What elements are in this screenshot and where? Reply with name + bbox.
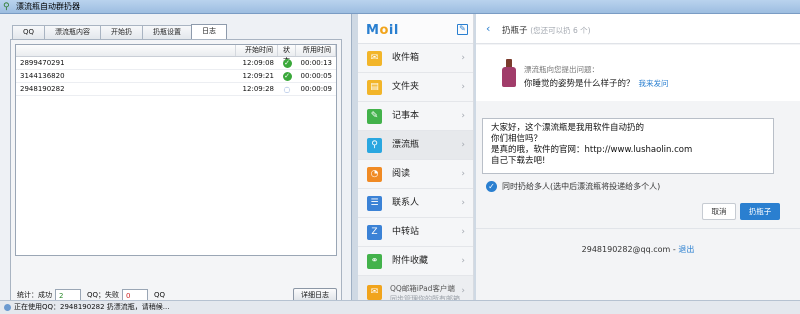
ask-question-link[interactable]: 我来发问	[639, 79, 669, 88]
row-status: ✓	[278, 70, 296, 82]
panel-header: ‹ 扔瓶子 (您还可以扔 6 个)	[476, 14, 800, 44]
multi-send-label: 同时扔给多人(选中后漂流瓶将投递给多个人)	[502, 182, 661, 191]
menu-item-label: 联系人	[392, 198, 420, 208]
folder-icon: ▤	[367, 80, 382, 95]
menu-item-label: 附件收藏	[392, 256, 429, 266]
tab-qq[interactable]: QQ	[12, 25, 46, 39]
question-text: 你睡觉的姿势是什么样子的？ 我来发问	[524, 79, 669, 89]
menu-item[interactable]: ✉ 收件箱 ›	[358, 44, 473, 73]
mail-menu-list: ✉ 收件箱 › ▤ 文件夹 › ✎ 记事本 › ⚲ 漂流瓶 › ◔ 阅读 › ☰ 联系人 › Z 中转站 › ⚭ 附件收藏 ›	[358, 44, 473, 276]
app-icon: ⚲	[3, 2, 10, 12]
row-qq: 2948190282	[20, 85, 65, 93]
transfer-icon: Z	[367, 225, 382, 240]
row-start-time: 12:09:21	[242, 72, 274, 80]
tab-log[interactable]: 日志	[191, 24, 228, 39]
mail-header: Moil ✎	[358, 14, 473, 44]
header-start-time[interactable]: 开始时间	[236, 45, 278, 56]
mail-menu: Moil ✎ ✉ 收件箱 › ▤ 文件夹 › ✎ 记事本 › ⚲ 漂流瓶 › ◔ 阅读 › ☰ 联系人 › Z 中转站…	[358, 14, 474, 310]
title-bar: ⚲ 漂流瓶自动群扔器	[0, 0, 800, 14]
menu-item-label: 漂流瓶	[392, 140, 420, 150]
menu-item[interactable]: ▤ 文件夹 ›	[358, 73, 473, 102]
header-status[interactable]: 状态	[278, 45, 296, 65]
menu-item-label: 文件夹	[392, 82, 420, 92]
tab-bar: QQ 漂流瓶内容 开始扔 扔瓶设置 日志	[12, 24, 228, 39]
chevron-right-icon: ›	[461, 256, 465, 266]
cancel-button[interactable]: 取消	[702, 203, 736, 220]
rss-icon: ◔	[367, 167, 382, 182]
header-qq[interactable]	[16, 45, 236, 56]
row-used-time: 00:00:13	[300, 59, 332, 67]
row-status: ✓	[278, 57, 296, 69]
app-window: QQ 漂流瓶内容 开始扔 扔瓶设置 日志 开始时间 状态 所用时间 289947…	[0, 14, 352, 303]
chevron-right-icon: ›	[461, 140, 465, 150]
compose-icon[interactable]: ✎	[457, 24, 468, 35]
menu-item[interactable]: ⚭ 附件收藏 ›	[358, 247, 473, 276]
header-used-time[interactable]: 所用时间	[296, 45, 336, 56]
multi-send-checkbox[interactable]: ✓ 同时扔给多人(选中后漂流瓶将投递给多个人)	[486, 181, 660, 192]
chevron-right-icon: ›	[461, 198, 465, 208]
promo-title: QQ邮箱iPad客户端	[390, 284, 455, 293]
menu-item-label: 中转站	[392, 227, 420, 237]
table-row[interactable]: 2899470291 12:09:08 ✓ 00:00:13	[16, 57, 336, 70]
row-start-time: 12:09:08	[242, 59, 274, 67]
chevron-right-icon: ›	[461, 227, 465, 237]
qqmail-logo: Moil	[366, 23, 399, 38]
menu-item-label: 阅读	[392, 169, 411, 179]
logout-link[interactable]: 退出	[678, 245, 694, 254]
menu-item-label: 收件箱	[392, 53, 420, 63]
row-used-time: 00:00:05	[300, 72, 332, 80]
question-card: 漂流瓶向您提出问题： 你睡觉的姿势是什么样子的？ 我来发问	[476, 45, 800, 101]
table-header: 开始时间 状态 所用时间	[16, 45, 336, 65]
row-qq: 2899470291	[20, 59, 65, 67]
row-qq: 3144136820	[20, 72, 65, 80]
menu-item[interactable]: ◔ 阅读 ›	[358, 160, 473, 189]
menu-item[interactable]: ☰ 联系人 ›	[358, 189, 473, 218]
row-start-time: 12:09:28	[242, 85, 274, 93]
chevron-right-icon: ›	[461, 82, 465, 92]
attachment-icon: ⚭	[367, 254, 382, 269]
chevron-right-icon: ›	[461, 286, 465, 296]
row-status: ◌	[278, 83, 296, 95]
panel-title: 扔瓶子 (您还可以扔 6 个)	[502, 26, 591, 36]
throw-bottle-panel: ‹ 扔瓶子 (您还可以扔 6 个) 漂流瓶向您提出问题： 你睡觉的姿势是什么样子…	[476, 14, 800, 300]
message-textarea[interactable]: 大家好，这个漂流瓶是我用软件自动扔的 你们相信吗？ 是真的哦，软件的官网：htt…	[482, 118, 774, 174]
table-row[interactable]: 2948190282 12:09:28 ◌ 00:00:09	[16, 83, 336, 96]
status-indicator-icon	[4, 304, 11, 311]
tab-start[interactable]: 开始扔	[100, 25, 144, 39]
question-intro: 漂流瓶向您提出问题：	[524, 65, 599, 74]
account-email: 2948190282@qq.com	[581, 245, 671, 254]
chevron-right-icon: ›	[461, 111, 465, 121]
inbox-icon: ✉	[367, 51, 382, 66]
log-panel: 开始时间 状态 所用时间 2899470291 12:09:08 ✓ 00:00…	[10, 39, 342, 303]
window-title: 漂流瓶自动群扔器	[16, 2, 80, 11]
status-text: 正在使用QQ：2948190282 扔漂流瓶，请稍候...	[14, 303, 170, 311]
row-used-time: 00:00:09	[300, 85, 332, 93]
loading-spinner-icon: ◌	[283, 84, 291, 94]
back-arrow-icon[interactable]: ‹	[486, 22, 490, 35]
tab-settings[interactable]: 扔瓶设置	[142, 25, 193, 39]
mail-app-icon: ✉	[367, 285, 382, 300]
success-check-icon: ✓	[282, 58, 292, 68]
bottle-icon: ⚲	[367, 138, 382, 153]
chevron-right-icon: ›	[461, 53, 465, 63]
throw-bottle-button[interactable]: 扔瓶子	[740, 203, 780, 220]
checkmark-icon: ✓	[486, 181, 497, 192]
log-table: 开始时间 状态 所用时间 2899470291 12:09:08 ✓ 00:00…	[15, 44, 337, 256]
status-bar: 正在使用QQ：2948190282 扔漂流瓶，请稍候...	[0, 300, 800, 314]
bottle-icon	[502, 59, 516, 87]
menu-item-label: 记事本	[392, 111, 420, 121]
tab-bottle-content[interactable]: 漂流瓶内容	[44, 25, 102, 39]
divider	[476, 228, 800, 229]
menu-item[interactable]: Z 中转站 ›	[358, 218, 473, 247]
success-check-icon: ✓	[282, 71, 292, 81]
notepad-icon: ✎	[367, 109, 382, 124]
table-row[interactable]: 3144136820 12:09:21 ✓ 00:00:05	[16, 70, 336, 83]
menu-item[interactable]: ⚲ 漂流瓶 ›	[358, 131, 473, 160]
contacts-icon: ☰	[367, 196, 382, 211]
account-line: 2948190282@qq.com - 退出	[581, 245, 695, 254]
menu-item[interactable]: ✎ 记事本 ›	[358, 102, 473, 131]
chevron-right-icon: ›	[461, 169, 465, 179]
